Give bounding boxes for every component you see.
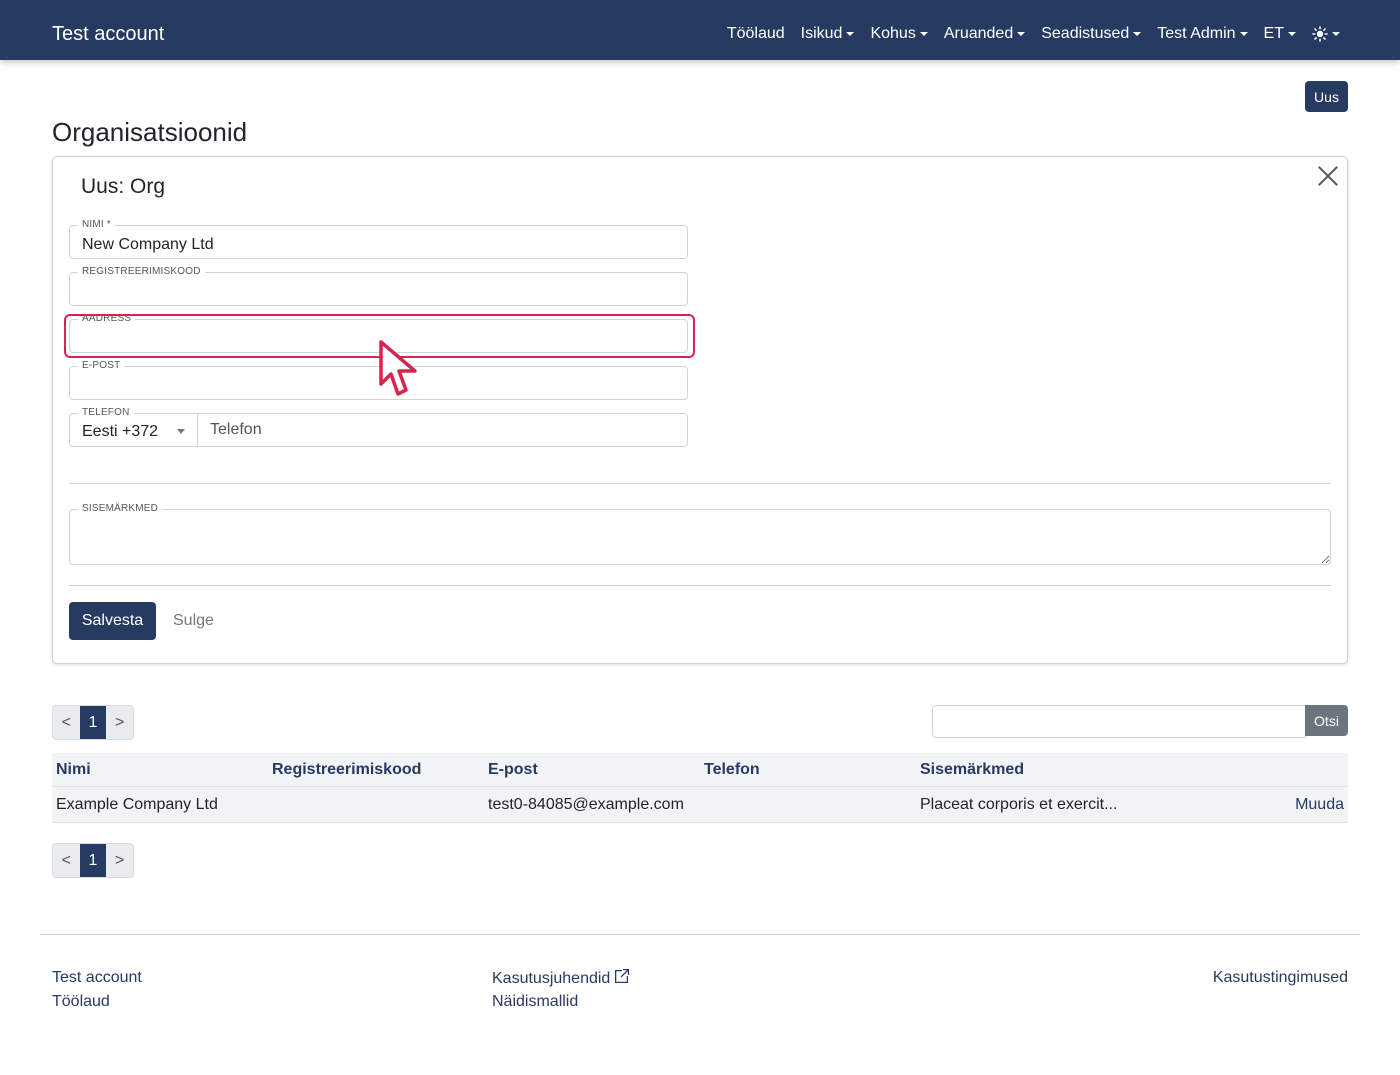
footer-link-manuals[interactable]: Kasutusjuhendid xyxy=(492,968,630,989)
footer-link-templates[interactable]: Näidismallid xyxy=(492,992,578,1012)
caret-down-icon xyxy=(1133,32,1142,36)
phone-country-select[interactable]: Eesti +372 xyxy=(70,414,198,446)
nav-item-isikud[interactable]: Isikud xyxy=(801,24,855,44)
name-field: NIMI * xyxy=(69,219,688,259)
footer-link-account[interactable]: Test account xyxy=(52,968,142,988)
pagination-next[interactable]: > xyxy=(106,844,133,877)
cell-notes: Placeat corporis et exercit... xyxy=(920,795,1118,813)
table-header: Nimi Registreerimiskood E-post Telefon S… xyxy=(52,753,1348,786)
nav-item-label: ET xyxy=(1263,25,1284,42)
nav-item-theme[interactable] xyxy=(1312,24,1340,44)
nav-item-language[interactable]: ET xyxy=(1264,24,1296,44)
nav-item-toolaud[interactable]: Töölaud xyxy=(727,24,785,44)
external-link-icon xyxy=(615,968,630,983)
phone-field: TELEFON Eesti +372 xyxy=(69,407,688,447)
sun-icon xyxy=(1312,26,1328,42)
caret-down-icon xyxy=(1332,32,1340,36)
nav-item-label: Kohus xyxy=(870,25,916,42)
regcode-field-label: REGISTREERIMISKOOD xyxy=(78,266,205,278)
column-header-phone[interactable]: Telefon xyxy=(704,761,760,779)
search-field xyxy=(932,705,1306,738)
search-input[interactable] xyxy=(933,706,1305,737)
nav-item-user-menu[interactable]: Test Admin xyxy=(1157,24,1248,44)
form-divider xyxy=(69,483,1331,484)
name-field-label: NIMI * xyxy=(78,219,115,231)
new-button[interactable]: Uus xyxy=(1305,81,1348,112)
column-header-email[interactable]: E-post xyxy=(488,761,538,779)
pagination-prev[interactable]: < xyxy=(53,844,80,877)
top-navbar: Test account Töölaud Isikud Kohus Aruand… xyxy=(0,0,1400,60)
notes-field: SISEMÄRKMED xyxy=(69,503,1331,565)
table-row: Example Company Ltd test0-84085@example.… xyxy=(52,786,1348,823)
email-field: E-POST xyxy=(69,360,688,400)
page-title: Organisatsioonid xyxy=(52,117,248,147)
pagination-bottom: < 1 > xyxy=(52,843,134,878)
footer-link-dashboard[interactable]: Töölaud xyxy=(52,992,110,1012)
caret-down-icon xyxy=(846,32,855,36)
close-link[interactable]: Sulge xyxy=(173,612,214,630)
edit-link[interactable]: Muuda xyxy=(1295,796,1344,814)
pagination-page[interactable]: 1 xyxy=(79,706,107,739)
nav-item-label: Töölaud xyxy=(726,25,785,42)
nav-item-aruanded[interactable]: Aruanded xyxy=(943,24,1026,44)
address-input[interactable] xyxy=(70,320,687,352)
footer-link-manuals-label: Kasutusjuhendid xyxy=(492,970,611,987)
column-header-name[interactable]: Nimi xyxy=(56,761,91,779)
form-title: Uus: Org xyxy=(81,175,166,198)
address-field-label: AADRESS xyxy=(78,313,136,325)
nav-item-seadistused[interactable]: Seadistused xyxy=(1041,24,1142,44)
new-org-form-card: Uus: Org NIMI * REGISTREERIMISKOOD AADRE… xyxy=(52,156,1348,664)
pagination-prev[interactable]: < xyxy=(53,706,80,739)
nav-item-kohus[interactable]: Kohus xyxy=(870,24,928,44)
notes-textarea[interactable] xyxy=(70,510,1330,564)
caret-down-icon xyxy=(177,429,185,434)
footer-link-terms[interactable]: Kasutustingimused xyxy=(1213,968,1348,988)
cell-email: test0-84085@example.com xyxy=(488,795,684,813)
caret-down-icon xyxy=(1017,32,1026,36)
caret-down-icon xyxy=(1288,32,1296,36)
nav-item-label: Test Admin xyxy=(1157,25,1236,42)
brand-link[interactable]: Test account xyxy=(52,22,164,46)
name-input[interactable] xyxy=(70,226,687,258)
nav-item-label: Seadistused xyxy=(1041,25,1130,42)
address-field: AADRESS xyxy=(69,313,688,353)
regcode-field: REGISTREERIMISKOOD xyxy=(69,266,688,306)
phone-number-input[interactable] xyxy=(198,414,687,446)
pagination-page[interactable]: 1 xyxy=(79,844,107,877)
close-icon[interactable] xyxy=(1317,165,1339,187)
column-header-notes[interactable]: Sisemärkmed xyxy=(920,761,1024,779)
nav-menu: Töölaud Isikud Kohus Aruanded Seadistuse… xyxy=(727,24,1340,44)
phone-country-value: Eesti +372 xyxy=(82,423,159,440)
form-divider xyxy=(69,585,1331,586)
pagination-top: < 1 > xyxy=(52,705,134,740)
caret-down-icon xyxy=(1239,32,1248,36)
phone-number-wrapper xyxy=(198,414,687,446)
email-field-label: E-POST xyxy=(78,360,125,372)
cell-name: Example Company Ltd xyxy=(56,795,218,813)
search-button[interactable]: Otsi xyxy=(1305,705,1348,736)
caret-down-icon xyxy=(919,32,928,36)
organizations-table: Nimi Registreerimiskood E-post Telefon S… xyxy=(52,753,1348,823)
save-button[interactable]: Salvesta xyxy=(69,602,156,640)
nav-item-label: Aruanded xyxy=(943,25,1014,42)
notes-field-label: SISEMÄRKMED xyxy=(78,503,163,515)
email-input[interactable] xyxy=(70,367,687,399)
column-header-regcode[interactable]: Registreerimiskood xyxy=(272,761,421,779)
nav-item-label: Isikud xyxy=(800,25,843,42)
footer-divider xyxy=(40,934,1360,935)
pagination-next[interactable]: > xyxy=(106,706,133,739)
